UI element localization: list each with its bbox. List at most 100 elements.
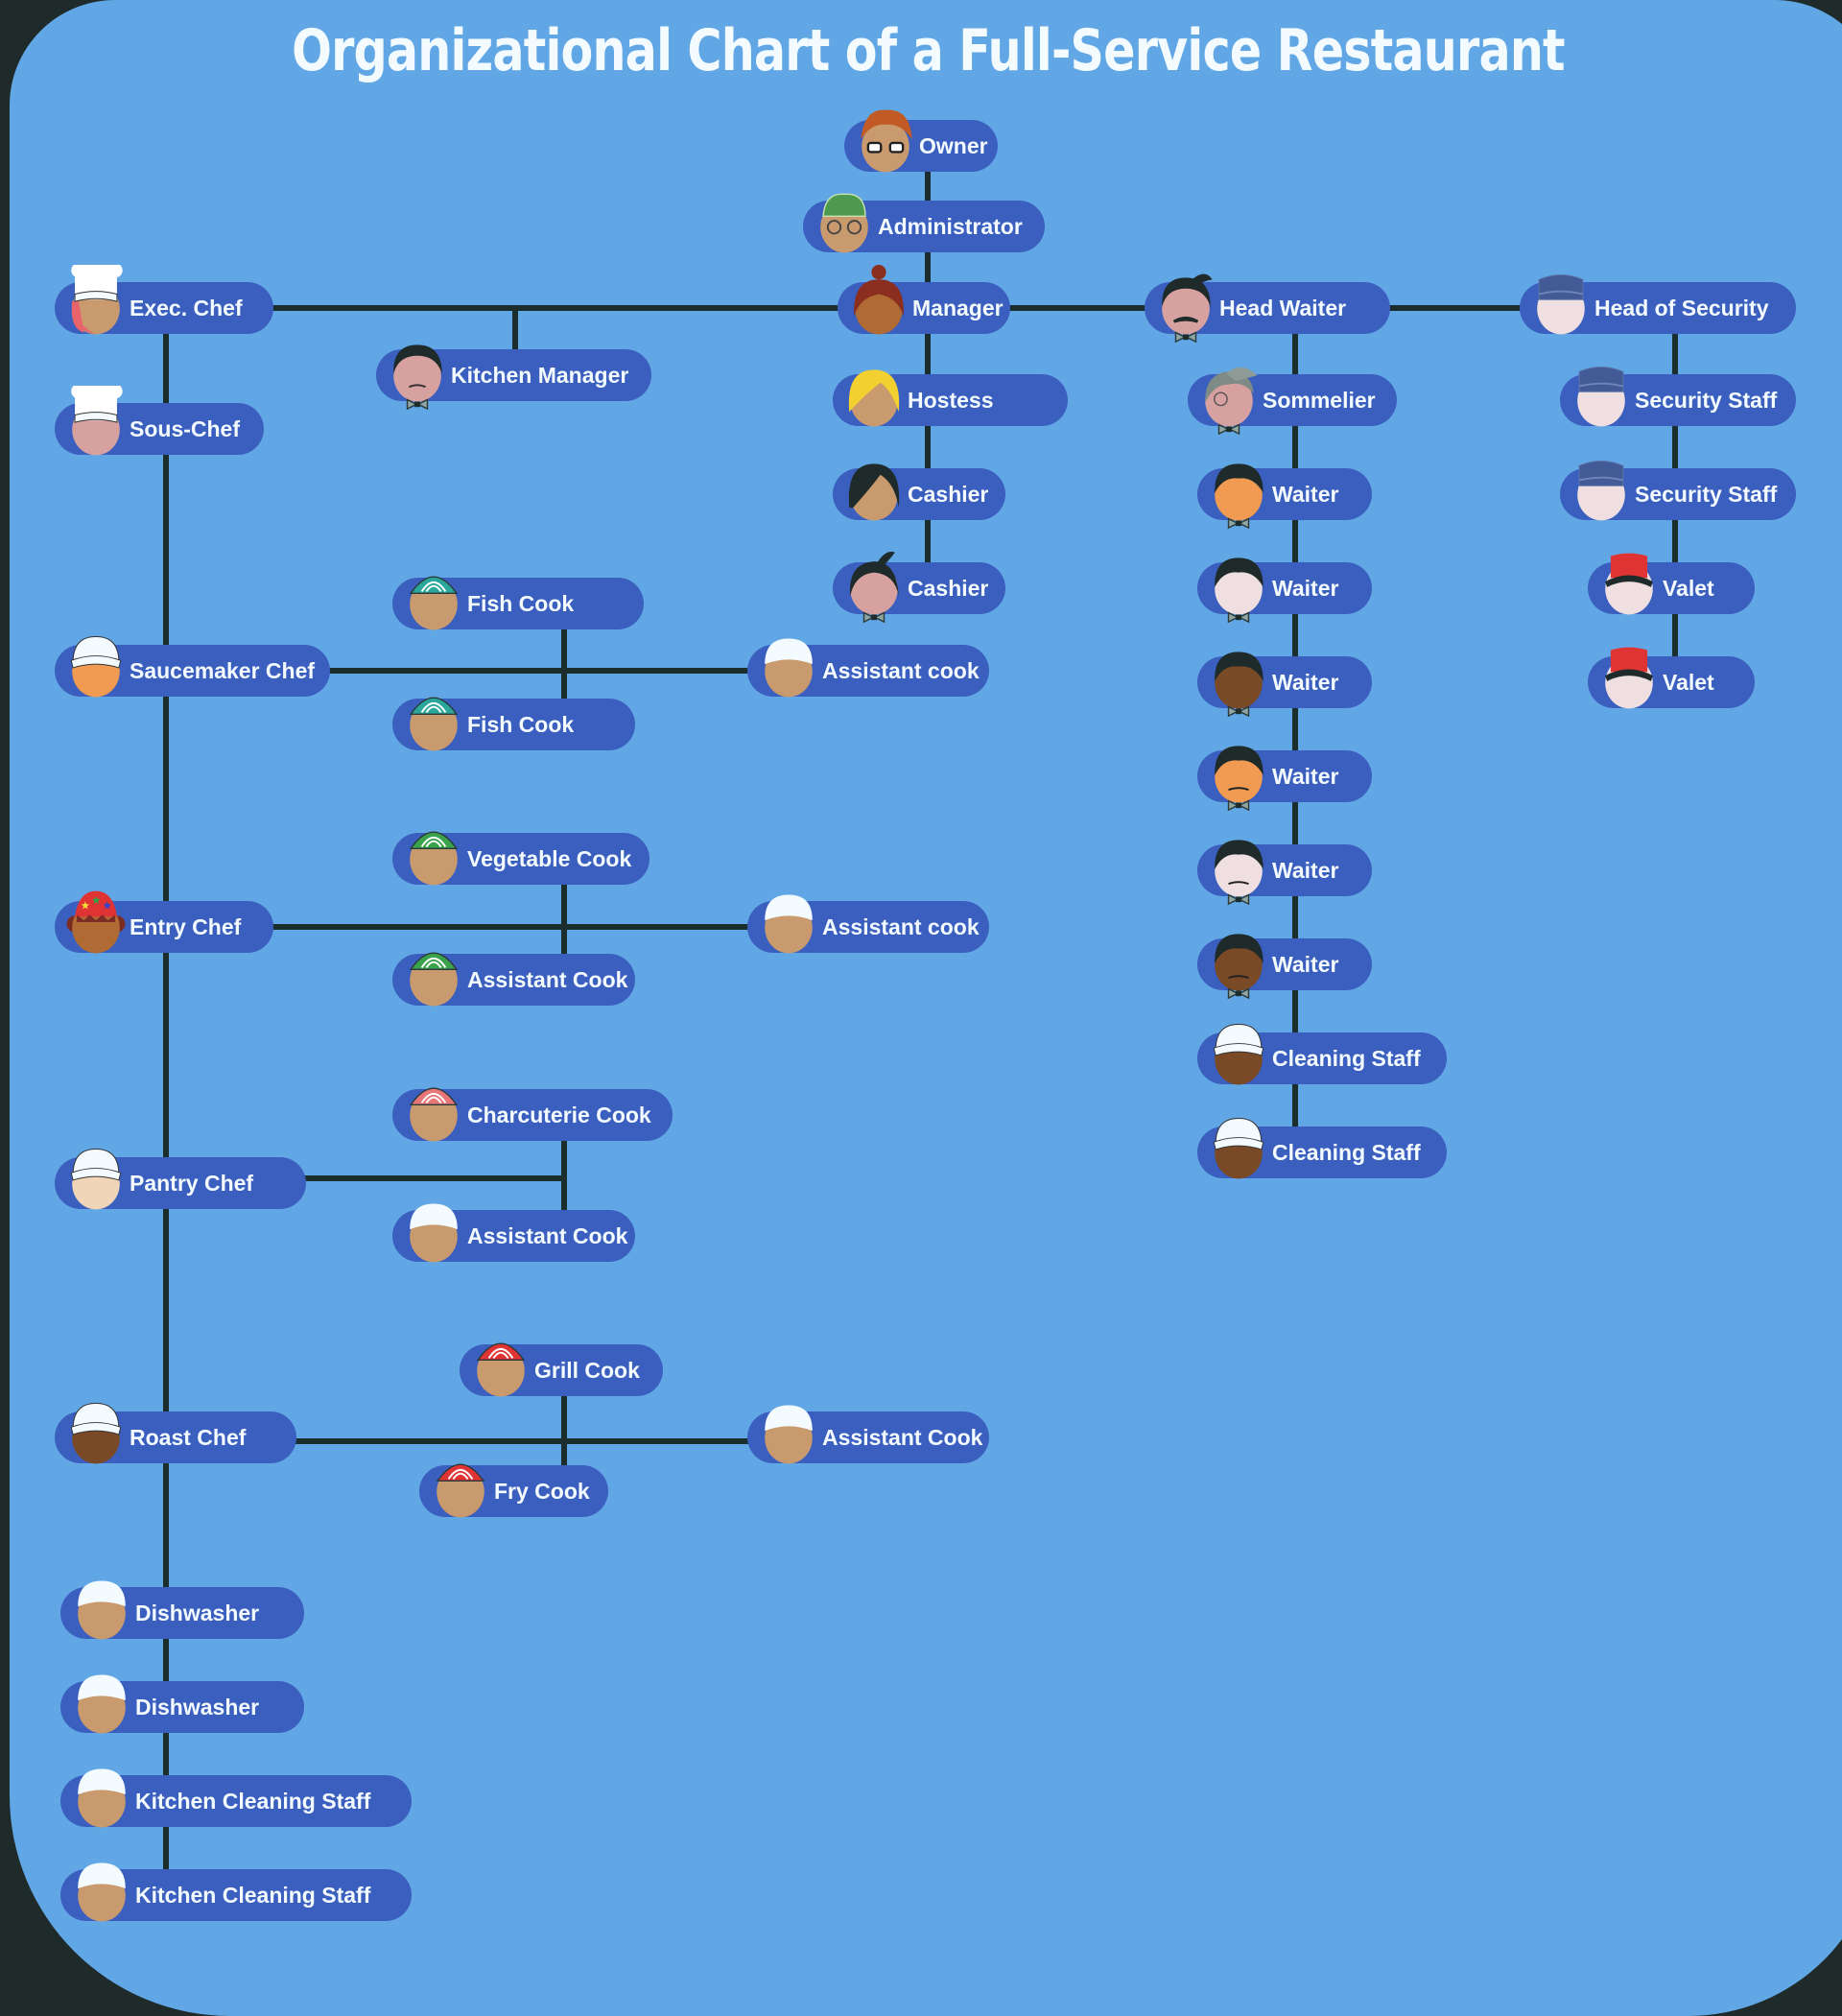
org-node-cashier2[interactable]: Cashier (833, 551, 1005, 624)
org-node-hostess[interactable]: Hostess (833, 369, 1068, 427)
org-node-label: Assistant cook (822, 657, 980, 683)
svg-text:★: ★ (103, 901, 112, 913)
mustache-bowtie-avatar-icon (393, 344, 442, 411)
org-node-kitchen-cleaning2[interactable]: Kitchen Cleaning Staff (60, 1862, 412, 1922)
org-node-roast-chef[interactable]: Roast Chef (55, 1403, 296, 1464)
white-cap-avatar-icon (70, 636, 122, 698)
org-node-label: Waiter (1272, 951, 1339, 977)
org-node-label: Head Waiter (1219, 295, 1347, 320)
green-hairnet-avatar-icon (409, 952, 459, 1007)
org-node-head-security[interactable]: Head of Security (1520, 274, 1796, 335)
white-skullcap-avatar-icon (78, 1862, 126, 1922)
org-node-owner[interactable]: Owner (844, 109, 998, 173)
org-node-vegetable-cook[interactable]: Vegetable Cook (392, 831, 649, 886)
org-node-label: Hostess (908, 387, 994, 413)
org-node-assistant-cook1[interactable]: Assistant cook (747, 638, 989, 698)
org-node-valet2[interactable]: Valet (1588, 647, 1755, 709)
org-node-manager[interactable]: Manager (838, 265, 1010, 335)
org-node-label: Entry Chef (130, 913, 242, 939)
org-node-waiter1[interactable]: Waiter (1197, 463, 1372, 530)
org-node-label: Security Staff (1635, 387, 1778, 413)
org-node-kitchen-cleaning1[interactable]: Kitchen Cleaning Staff (60, 1768, 412, 1828)
white-cap-avatar-icon (70, 1403, 122, 1464)
org-node-assistant-cook4[interactable]: Assistant Cook (392, 1203, 635, 1263)
org-node-waiter5[interactable]: Waiter (1197, 840, 1372, 906)
org-node-label: Roast Chef (130, 1424, 247, 1450)
org-node-valet1[interactable]: Valet (1588, 553, 1755, 615)
gray-hair-monocle-avatar-icon (1205, 367, 1258, 436)
org-node-sous-chef[interactable]: Sous-Chef (55, 386, 264, 456)
org-node-label: Waiter (1272, 481, 1339, 507)
white-cap-avatar-icon (1213, 1118, 1264, 1179)
org-node-label: Cleaning Staff (1272, 1139, 1421, 1165)
org-node-assistant-cook3[interactable]: Assistant cook (747, 894, 989, 954)
white-skullcap-avatar-icon (78, 1580, 126, 1640)
org-node-label: Vegetable Cook (467, 845, 632, 871)
org-node-assistant-cook2[interactable]: Assistant Cook (392, 952, 635, 1007)
white-skullcap-avatar-icon (765, 894, 813, 954)
waiter-bowtie-avatar-icon (1215, 557, 1263, 624)
org-node-kitchen-manager[interactable]: Kitchen Manager (376, 344, 651, 411)
org-node-cleaning-staff1[interactable]: Cleaning Staff (1197, 1024, 1447, 1085)
org-node-label: Grill Cook (534, 1357, 640, 1383)
org-node-label: Dishwasher (135, 1600, 260, 1625)
red-valet-cap-avatar-icon (1605, 647, 1653, 709)
org-node-waiter3[interactable]: Waiter (1197, 652, 1372, 718)
red-valet-cap-avatar-icon (1605, 553, 1653, 615)
org-node-administrator[interactable]: Administrator (803, 193, 1045, 253)
org-node-label: Assistant cook (822, 913, 980, 939)
org-node-saucemaker-chef[interactable]: Saucemaker Chef (55, 636, 330, 698)
org-node-waiter4[interactable]: Waiter (1197, 746, 1372, 812)
org-node-fish-cook1[interactable]: Fish Cook (392, 576, 644, 630)
waiter-bowtie-mustache-avatar-icon (1215, 840, 1263, 906)
org-node-grill-cook[interactable]: Grill Cook (460, 1342, 663, 1397)
security-cap-avatar-icon (1537, 274, 1585, 335)
waiter-bowtie-mustache-avatar-icon (1215, 934, 1263, 1000)
org-node-label: Administrator (878, 213, 1023, 239)
org-node-label: Assistant Cook (467, 966, 628, 992)
org-node-head-waiter[interactable]: Head Waiter (1145, 273, 1390, 344)
teal-hairnet-avatar-icon (409, 576, 459, 630)
org-node-label: Waiter (1272, 575, 1339, 601)
white-skullcap-avatar-icon (765, 638, 813, 698)
org-node-entry-chef[interactable]: ★ ★ ★ Entry Chef (55, 890, 273, 954)
svg-text:★: ★ (91, 895, 101, 907)
chef-toque-avatar-icon (71, 386, 123, 456)
org-node-dishwasher1[interactable]: Dishwasher (60, 1580, 304, 1640)
org-node-label: Head of Security (1594, 295, 1769, 320)
org-node-waiter6[interactable]: Waiter (1197, 934, 1372, 1000)
org-node-cashier1[interactable]: Cashier (833, 463, 1005, 521)
org-node-charcuterie-cook[interactable]: Charcuterie Cook (392, 1087, 673, 1142)
org-node-label: Kitchen Manager (451, 362, 629, 388)
org-node-assistant-cook5[interactable]: Assistant Cook (747, 1405, 989, 1464)
hair-bun-avatar-icon (854, 265, 904, 335)
org-node-dishwasher2[interactable]: Dishwasher (60, 1674, 304, 1734)
org-node-label: Charcuterie Cook (467, 1102, 651, 1127)
org-node-label: Sous-Chef (130, 415, 240, 441)
org-node-label: Waiter (1272, 857, 1339, 883)
org-node-exec-chef[interactable]: Exec. Chef (55, 265, 273, 335)
org-node-label: Security Staff (1635, 481, 1778, 507)
org-node-security-staff2[interactable]: Security Staff (1560, 461, 1796, 521)
waiter-bowtie-mustache-avatar-icon (1215, 746, 1263, 812)
security-cap-avatar-icon (1577, 461, 1625, 521)
org-node-waiter2[interactable]: Waiter (1197, 557, 1372, 624)
mustache-bowtie-quiff-avatar-icon (1162, 273, 1213, 344)
org-node-pantry-chef[interactable]: Pantry Chef (55, 1149, 306, 1210)
org-node-sommelier[interactable]: Sommelier (1188, 367, 1397, 436)
white-cap-avatar-icon (1213, 1024, 1264, 1085)
waiter-bowtie-avatar-icon (1215, 463, 1263, 530)
org-node-cleaning-staff2[interactable]: Cleaning Staff (1197, 1118, 1447, 1179)
blonde-hair-avatar-icon (848, 369, 900, 427)
org-node-security-staff1[interactable]: Security Staff (1560, 367, 1796, 427)
org-node-label: Cashier (908, 575, 989, 601)
green-hairnet-avatar-icon (409, 831, 459, 886)
quiff-bowtie-avatar-icon (849, 551, 899, 624)
white-skullcap-avatar-icon (765, 1405, 813, 1464)
org-node-label: Exec. Chef (130, 295, 243, 320)
chef-toque-avatar-icon (71, 265, 123, 335)
org-node-label: Waiter (1272, 763, 1339, 789)
org-node-fry-cook[interactable]: Fry Cook (419, 1463, 608, 1518)
org-node-fish-cook2[interactable]: Fish Cook (392, 697, 635, 751)
org-node-label: Manager (912, 295, 1004, 320)
